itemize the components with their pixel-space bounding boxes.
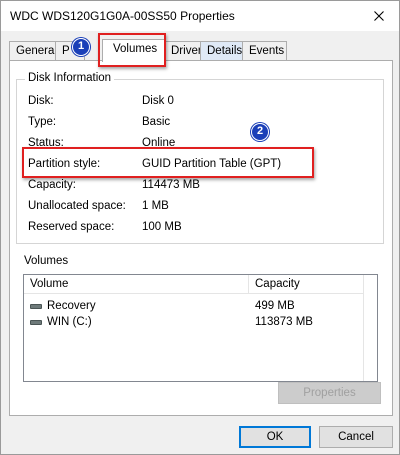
tab-volumes[interactable]: Volumes [102, 39, 165, 62]
disk-information-group: Disk Information Disk: Disk 0 Type: Basi… [16, 72, 384, 244]
window-title: WDC WDS120G1G0A-00SS50 Properties [10, 9, 235, 23]
info-row-disk: Disk: Disk 0 [28, 95, 174, 107]
drive-icon [30, 320, 42, 325]
step-badge-1: 1 [72, 38, 90, 56]
volumes-list-header: Volume Capacity [24, 275, 377, 294]
info-row-reserved: Reserved space: 100 MB [28, 221, 182, 233]
tab-driver[interactable]: Driver [164, 41, 202, 61]
disk-information-legend: Disk Information [25, 72, 115, 84]
volumes-list[interactable]: Volume Capacity Recovery 499 MB WIN (C:)… [23, 274, 378, 382]
info-row-partition-style: Partition style: GUID Partition Table (G… [28, 158, 282, 170]
ok-button[interactable]: OK [239, 426, 311, 448]
properties-dialog: WDC WDS120G1G0A-00SS50 Properties Genera… [0, 0, 400, 455]
close-button[interactable] [359, 1, 399, 31]
close-icon [374, 11, 384, 21]
tab-strip: General P Volumes Driver Details Events [9, 39, 393, 62]
tab-details[interactable]: Details [200, 41, 243, 61]
tab-panel-volumes: Disk Information Disk: Disk 0 Type: Basi… [9, 60, 393, 416]
volumes-label: Volumes [24, 255, 69, 267]
info-row-unallocated: Unallocated space: 1 MB [28, 200, 169, 212]
tab-general[interactable]: General [9, 41, 57, 61]
column-header-capacity[interactable]: Capacity [249, 275, 359, 294]
properties-button[interactable]: Properties [278, 382, 381, 404]
tab-events[interactable]: Events [242, 41, 287, 61]
column-header-volume[interactable]: Volume [24, 275, 249, 294]
step-badge-2: 2 [251, 123, 269, 141]
info-row-status: Status: Online [28, 137, 176, 149]
drive-icon [30, 304, 42, 309]
cancel-button[interactable]: Cancel [319, 426, 393, 448]
list-item[interactable]: WIN (C:) 113873 MB [24, 315, 377, 330]
list-item[interactable]: Recovery 499 MB [24, 299, 377, 314]
info-row-capacity: Capacity: 114473 MB [28, 179, 200, 191]
volumes-list-scrollbar[interactable] [363, 275, 377, 381]
info-row-type: Type: Basic [28, 116, 171, 128]
title-bar: WDC WDS120G1G0A-00SS50 Properties [1, 1, 399, 31]
